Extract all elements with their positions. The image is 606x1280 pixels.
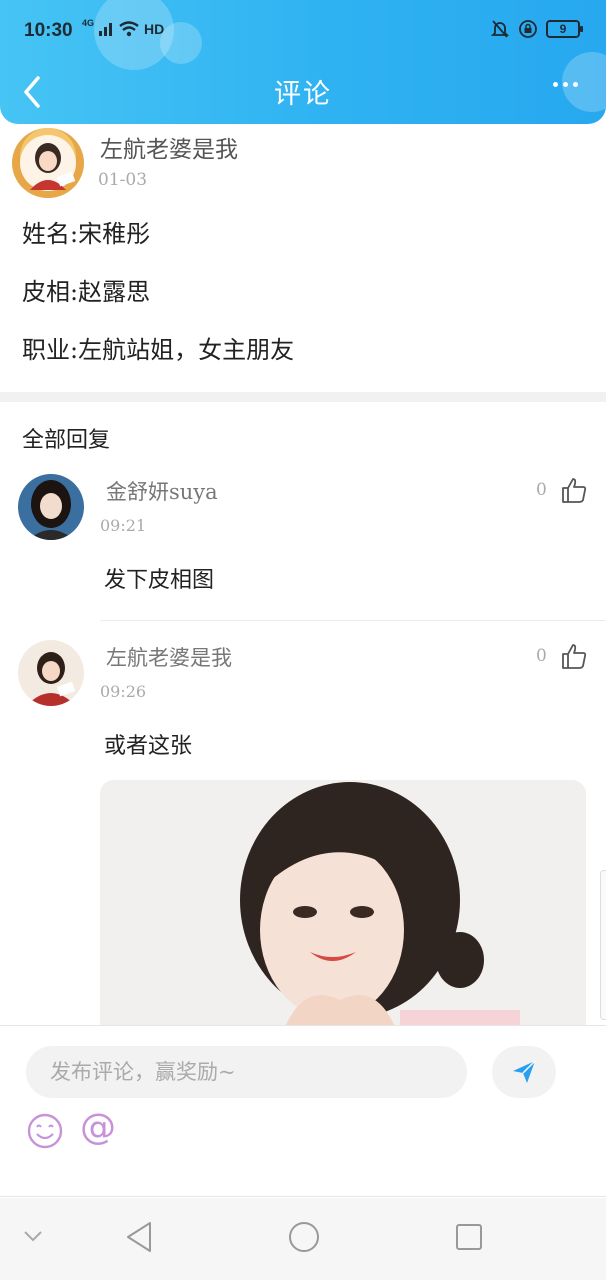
thumbs-up-icon[interactable] bbox=[560, 476, 588, 504]
more-options-button[interactable] bbox=[553, 82, 578, 87]
send-button[interactable] bbox=[492, 1046, 556, 1098]
reply-avatar[interactable] bbox=[18, 474, 84, 540]
smiley-icon bbox=[27, 1113, 63, 1149]
like-count: 0 bbox=[536, 646, 547, 666]
nav-home-icon[interactable] bbox=[287, 1220, 321, 1254]
thumbs-up-icon[interactable] bbox=[560, 642, 588, 670]
hd-badge: HD bbox=[144, 21, 165, 37]
like-count: 0 bbox=[536, 480, 547, 500]
system-nav-bar bbox=[0, 1198, 606, 1280]
status-right: 9 bbox=[490, 19, 583, 39]
reply-author-name[interactable]: 左航老婆是我 bbox=[106, 642, 232, 672]
comment-bar: @ bbox=[0, 1025, 606, 1197]
post-author-avatar[interactable] bbox=[12, 128, 84, 198]
wifi-icon bbox=[119, 21, 139, 37]
scroll-indicator[interactable] bbox=[600, 870, 606, 1020]
status-time: 10:30 bbox=[24, 20, 73, 41]
signal-icon bbox=[99, 23, 113, 36]
battery-icon: 9 bbox=[546, 20, 583, 38]
reply-avatar[interactable] bbox=[18, 640, 84, 706]
lock-rotation-icon bbox=[519, 20, 537, 38]
dot bbox=[573, 82, 578, 87]
collapse-icon[interactable] bbox=[22, 1228, 44, 1244]
reply-image[interactable] bbox=[100, 780, 586, 1040]
section-divider bbox=[0, 392, 606, 402]
network-type: 4G bbox=[82, 18, 95, 28]
reply-text: 发下皮相图 bbox=[104, 568, 215, 593]
reply-time: 09:21 bbox=[100, 516, 147, 535]
emoji-button[interactable] bbox=[26, 1112, 64, 1150]
nav-recent-icon[interactable] bbox=[454, 1220, 484, 1254]
post-line-occupation: 职业:左航站姐，女主朋友 bbox=[22, 336, 295, 364]
reply-author-name[interactable]: 金舒妍suya bbox=[106, 476, 218, 506]
dot bbox=[563, 82, 568, 87]
reply-time: 09:26 bbox=[100, 682, 147, 701]
post-line-appearance: 皮相:赵露思 bbox=[22, 278, 151, 306]
page-title: 评论 bbox=[274, 79, 332, 110]
all-replies-heading: 全部回复 bbox=[22, 428, 111, 453]
bell-off-icon bbox=[490, 20, 510, 38]
mention-button[interactable]: @ bbox=[80, 1108, 116, 1148]
nav-back-icon[interactable] bbox=[124, 1220, 154, 1254]
reply-divider bbox=[100, 620, 606, 621]
post-author-name[interactable]: 左航老婆是我 bbox=[100, 130, 238, 164]
header: 10:30 4G HD 9 评论 bbox=[0, 0, 606, 124]
post-date: 01-03 bbox=[98, 170, 148, 190]
dot bbox=[553, 82, 558, 87]
post-line-name: 姓名:宋稚彤 bbox=[22, 220, 151, 248]
send-icon bbox=[513, 1060, 536, 1083]
status-icons: 4G HD bbox=[82, 18, 165, 38]
reply-text: 或者这张 bbox=[104, 734, 193, 759]
comment-input[interactable] bbox=[26, 1046, 467, 1098]
